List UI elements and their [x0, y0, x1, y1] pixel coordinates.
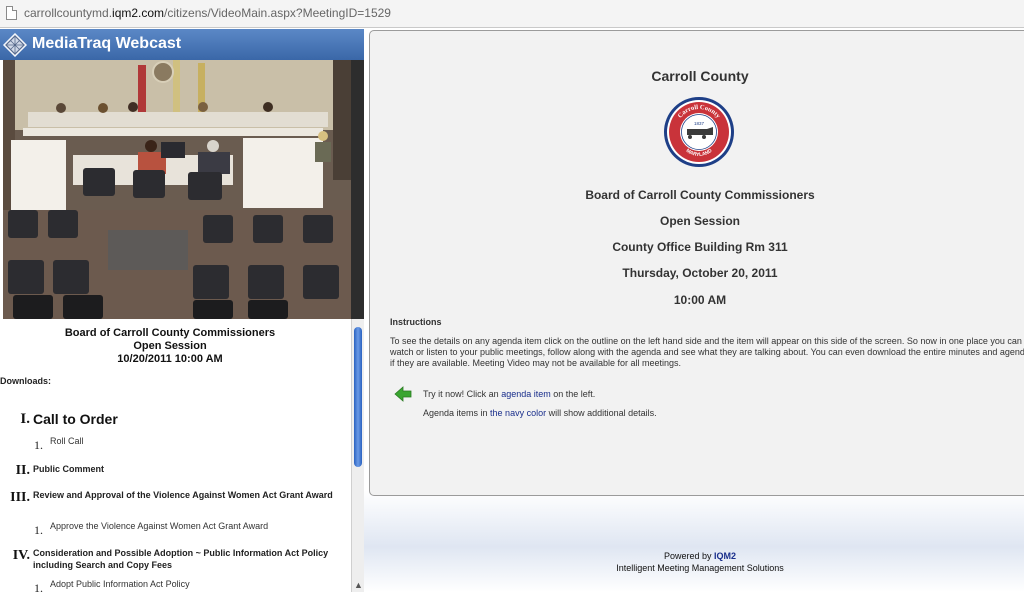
agenda-number: I. — [20, 411, 30, 427]
url-text[interactable]: carrollcountymd.iqm2.com/citizens/VideoM… — [24, 6, 391, 20]
agenda-subtitle[interactable]: Roll Call — [50, 436, 84, 446]
video-edge — [351, 60, 364, 319]
county-seal-icon: Carroll County MARYLAND 1837 — [664, 97, 734, 167]
outline-scrollbar[interactable]: ▲ — [351, 319, 364, 592]
tip-navy-color: Agenda items in the navy color will show… — [423, 408, 657, 418]
video-player[interactable] — [3, 60, 351, 319]
instructions-heading: Instructions — [390, 317, 442, 327]
agenda-number: IV. — [12, 548, 30, 563]
outline-datetime: 10/20/2011 10:00 AM — [117, 353, 223, 365]
meeting-time: 10:00 AM — [673, 293, 727, 307]
agenda-outline: Board of Carroll County Commissioners Op… — [0, 319, 351, 592]
agenda-title[interactable]: Consideration and Possible Adoption ~ Pu… — [33, 547, 338, 571]
meeting-detail-card: Carroll County Carroll County MARYLAND 1… — [369, 30, 1024, 496]
address-bar[interactable]: carrollcountymd.iqm2.com/citizens/VideoM… — [0, 0, 1024, 28]
tip-try-now: Try it now! Click an agenda item on the … — [423, 389, 596, 399]
outline-session: Open Session — [133, 340, 207, 352]
agenda-title[interactable]: Public Comment — [33, 463, 104, 475]
outline-board-name: Board of Carroll County Commissioners — [64, 327, 276, 339]
footer-tagline: Intelligent Meeting Management Solutions — [616, 563, 784, 573]
page-icon — [6, 6, 17, 20]
agenda-title[interactable]: Call to Order — [33, 411, 118, 427]
agenda-subtitle[interactable]: Adopt Public Information Act Policy — [50, 579, 190, 589]
powered-by-footer: Powered by IQM2 Intelligent Meeting Mana… — [565, 550, 835, 574]
left-arrow-icon — [394, 386, 412, 402]
agenda-title[interactable]: Review and Approval of the Violence Agai… — [33, 489, 333, 501]
iqm2-link[interactable]: IQM2 — [714, 551, 736, 561]
board-name: Board of Carroll County Commissioners — [585, 188, 815, 202]
meeting-location: County Office Building Rm 311 — [612, 240, 788, 254]
agenda-number: III. — [10, 490, 30, 505]
svg-text:1837: 1837 — [694, 121, 705, 126]
meeting-date: Thursday, October 20, 2011 — [622, 266, 778, 280]
app-title: MediaTraq Webcast — [32, 35, 182, 52]
agenda-item-link[interactable]: agenda item — [501, 389, 551, 399]
session-type: Open Session — [659, 214, 741, 228]
county-name: Carroll County — [651, 68, 749, 84]
video-frame — [3, 60, 351, 319]
agenda-subnumber: 1. — [34, 581, 43, 592]
agenda-subtitle[interactable]: Approve the Violence Against Women Act G… — [50, 521, 268, 531]
agenda-subnumber: 1. — [34, 523, 43, 537]
mediatraq-logo-icon — [3, 33, 27, 57]
scroll-up-arrow-icon[interactable]: ▲ — [354, 580, 363, 590]
scrollbar-thumb[interactable] — [354, 327, 362, 467]
agenda-number: II. — [15, 463, 30, 478]
downloads-label: Downloads: — [0, 376, 51, 386]
instructions-text: To see the details on any agenda item cl… — [390, 336, 1024, 368]
app-header: MediaTraq Webcast — [0, 29, 364, 60]
agenda-subnumber: 1. — [34, 438, 43, 452]
navy-color-text: the navy color — [490, 408, 547, 418]
